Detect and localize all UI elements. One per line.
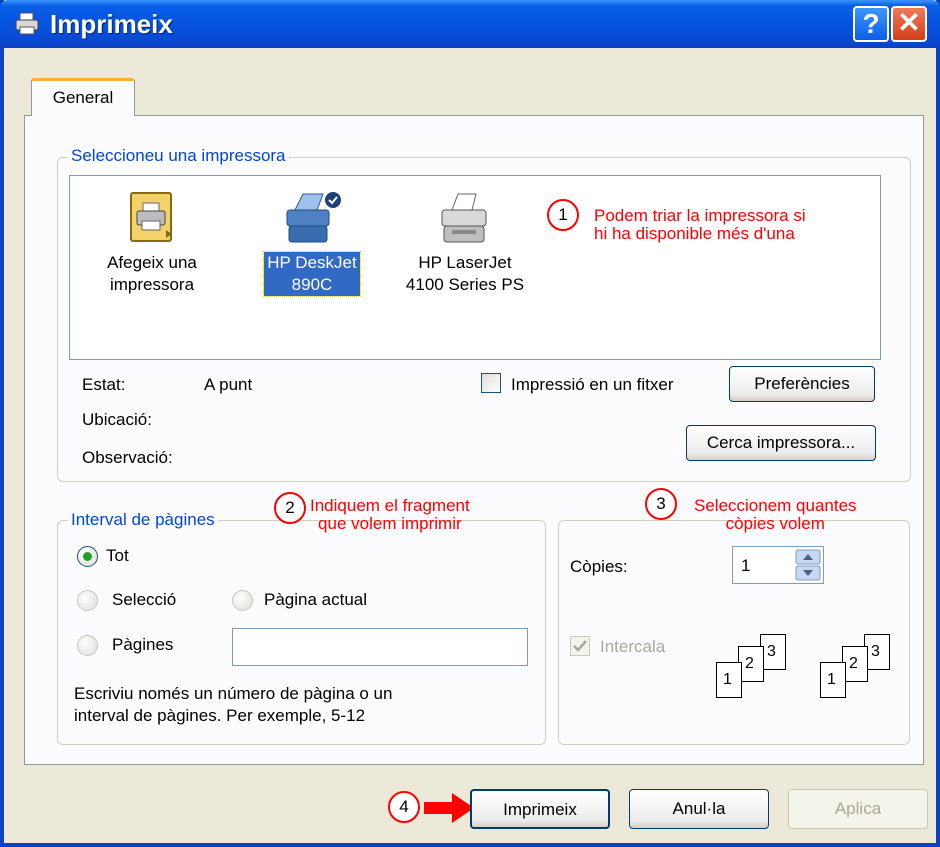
annotation-1-line-2: hi ha disponible més d'una	[594, 224, 795, 243]
status-label: Estat:	[82, 375, 126, 394]
close-button[interactable]: ✕	[891, 6, 927, 42]
selection-label[interactable]: Selecció	[112, 590, 176, 610]
annotation-3-number: 3	[645, 488, 677, 520]
copies-label: Còpies:	[570, 557, 628, 576]
printer-icon	[15, 12, 39, 35]
annotation-3-text: Seleccionem quantes còpies volem	[694, 497, 857, 533]
printer-list[interactable]: Afegeix una impressora HP DeskJet 890C H…	[69, 175, 881, 360]
printer-item-deskjet-label-2: 890C	[291, 275, 333, 294]
printer-item-laserjet-label-2: 4100 Series PS	[405, 275, 525, 294]
copies-input[interactable]: 1	[732, 546, 824, 584]
annotation-1-line-1: Podem triar la impressora si	[594, 206, 806, 225]
printer-item-add[interactable]: Afegeix una impressora	[100, 190, 204, 296]
annotation-4-number: 4	[388, 791, 420, 823]
page-range-help-line-1: Escriviu només un número de pàgina o un	[74, 684, 393, 703]
print-dialog: Imprimeix ? ✕ General Seleccioneu una im…	[0, 0, 940, 847]
all-pages-radio[interactable]	[77, 546, 98, 567]
pages-radio[interactable]	[77, 635, 98, 656]
printer-group-legend: Seleccioneu una impressora	[68, 146, 289, 166]
page-range-help: Escriviu només un número de pàgina o un …	[74, 683, 392, 727]
annotation-1-number: 1	[547, 199, 579, 231]
annotation-3-line-1: Seleccionem quantes	[694, 496, 857, 515]
printer-item-deskjet-label-1: HP DeskJet	[267, 253, 357, 272]
page-range-legend: Interval de pàgines	[68, 510, 218, 530]
copies-value: 1	[741, 556, 751, 575]
collate-page: 1	[716, 662, 742, 698]
tab-general[interactable]: General	[31, 78, 135, 116]
location-label: Ubicació:	[82, 410, 152, 429]
printer-item-add-label-1: Afegeix una	[107, 253, 197, 272]
printer-item-deskjet-label: HP DeskJet 890C	[263, 251, 361, 297]
pages-label[interactable]: Pàgines	[112, 635, 173, 655]
help-button[interactable]: ?	[853, 6, 889, 42]
printer-item-deskjet[interactable]: HP DeskJet 890C	[252, 190, 372, 297]
find-printer-button[interactable]: Cerca impressora...	[686, 425, 876, 461]
title-bar[interactable]: Imprimeix ? ✕	[0, 0, 940, 48]
printer-item-laserjet[interactable]: HP LaserJet 4100 Series PS	[390, 190, 540, 296]
printer-icon	[441, 193, 487, 243]
comment-label: Observació:	[82, 448, 173, 467]
status-value: A punt	[204, 375, 253, 394]
apply-button[interactable]: Aplica	[788, 789, 928, 829]
annotation-2-text: Indiquem el fragment que volem imprimir	[310, 497, 470, 533]
collate-label[interactable]: Intercala	[600, 637, 665, 657]
radio-selected-dot	[83, 552, 92, 561]
checkmark-icon	[573, 640, 587, 652]
collate-illustration-1: 3 2 1	[708, 634, 798, 704]
all-pages-label[interactable]: Tot	[106, 546, 129, 566]
annotation-2-line-1: Indiquem el fragment	[310, 496, 470, 515]
print-button[interactable]: Imprimeix	[470, 789, 610, 829]
default-printer-icon	[286, 192, 341, 243]
current-page-radio[interactable]	[232, 590, 253, 611]
annotation-3-line-2: còpies volem	[725, 514, 825, 533]
annotation-2-number: 2	[274, 492, 306, 524]
window-title: Imprimeix	[50, 9, 173, 39]
arrow-right-icon	[424, 793, 474, 823]
collate-page: 1	[820, 662, 846, 698]
spinner-arrows-icon[interactable]	[795, 549, 821, 581]
print-to-file-label[interactable]: Impressió en un fitxer	[511, 375, 674, 395]
pages-input[interactable]	[232, 628, 528, 666]
annotation-2-line-2: que volem imprimir	[318, 514, 462, 533]
collate-illustration-2: 3 2 1	[812, 634, 902, 704]
current-page-label[interactable]: Pàgina actual	[264, 590, 367, 610]
page-range-help-line-2: interval de pàgines. Per exemple, 5-12	[74, 706, 366, 725]
print-to-file-checkbox[interactable]	[481, 373, 501, 393]
selection-radio[interactable]	[77, 590, 98, 611]
printer-item-laserjet-label-1: HP LaserJet	[418, 253, 512, 272]
annotation-1-text: Podem triar la impressora si hi ha dispo…	[594, 207, 806, 243]
printer-item-add-label-2: impressora	[109, 275, 195, 294]
collate-checkbox[interactable]	[570, 636, 590, 656]
preferences-button[interactable]: Preferències	[729, 366, 875, 402]
add-printer-icon	[130, 192, 172, 242]
cancel-button[interactable]: Anul·la	[629, 789, 769, 829]
